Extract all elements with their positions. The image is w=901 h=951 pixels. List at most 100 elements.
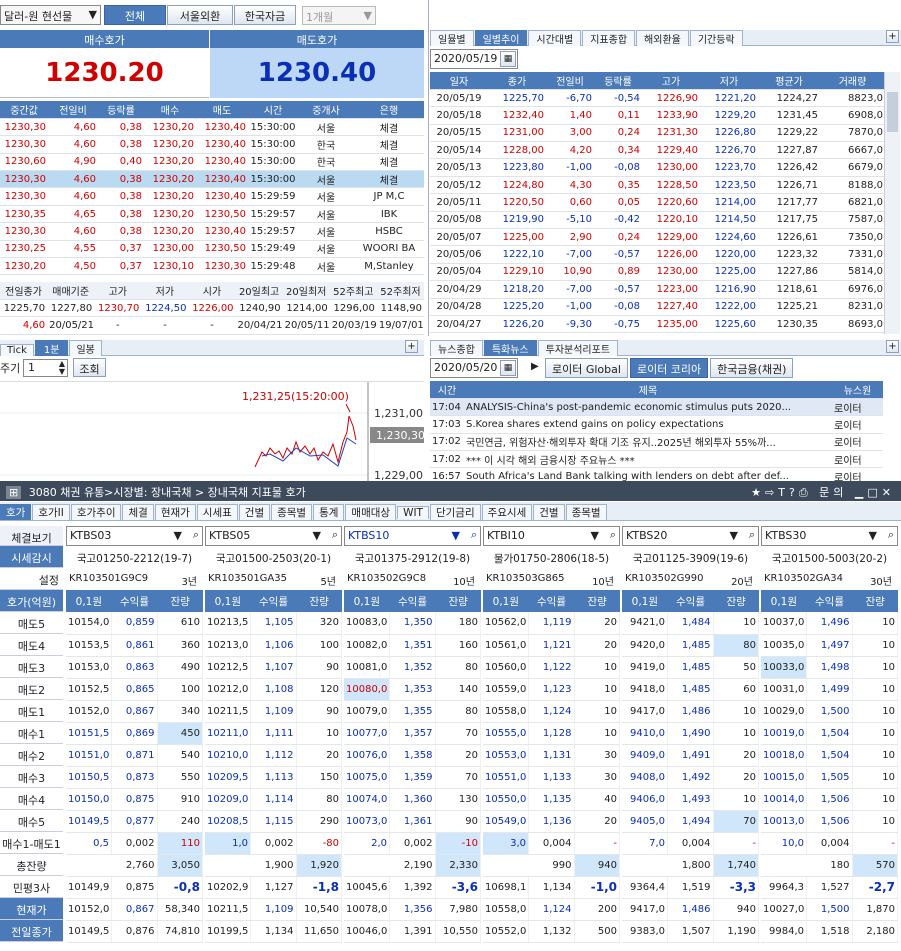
main-tab-11[interactable]: 단기금리 [429,504,481,520]
orderbook-row[interactable]: 10211,5 1,109 10,540 [205,898,342,921]
orderbook-row[interactable]: 10019,0 1,504 10 [761,722,898,745]
table-row[interactable]: 1230,30 4,60 0,38 1230,20 1230,40 15:30:00 서울 체… [0,118,424,137]
orderbook-row[interactable]: 10149,5 0,877 240 [66,810,203,833]
news-row[interactable]: 17:02 *** 이 시각 해외 금융시장 주요뉴스 *** 로이터 [430,450,883,469]
tick-col-header[interactable]: 전일비 [48,101,98,119]
currency-select[interactable]: 달러-원 현선물 ▼ [0,5,101,25]
orderbook-row[interactable]: 10154,0 0,859 610 [66,612,203,635]
orderbook-row[interactable]: 10082,0 1,351 160 [344,634,481,657]
orderbook-row[interactable]: 10550,0 1,135 40 [483,788,620,811]
orderbook-row[interactable]: 10558,0 1,124 200 [483,898,620,921]
maximize-icon[interactable]: □ [867,486,881,499]
orderbook-row[interactable]: 10076,0 1,358 20 [344,744,481,767]
orderbook-row[interactable]: 10077,0 1,357 70 [344,722,481,745]
orderbook-row[interactable]: 9418,0 1,485 60 [622,678,759,701]
tab-news-0[interactable]: 뉴스종합 [430,340,483,356]
main-tab-2[interactable]: 호가추이 [70,504,122,520]
lookup-button[interactable]: 조회 [73,358,106,377]
calendar-icon[interactable]: ▦ [500,51,516,67]
main-tab-8[interactable]: 통계 [313,504,345,520]
orderbook-row[interactable]: 10212,5 1,107 90 [205,656,342,679]
calendar-icon[interactable]: ▦ [500,360,516,376]
orderbook-row[interactable]: 10033,0 1,498 10 [761,656,898,679]
row-label[interactable]: 설정 [0,568,63,590]
korea-fund-button[interactable]: 한국자금 [234,5,296,25]
main-tab-6[interactable]: 건별 [238,504,271,520]
orderbook-row[interactable]: 10213,5 1,105 320 [205,612,342,635]
orderbook-row[interactable]: 10078,0 1,356 7,980 [344,898,481,921]
main-tab-13[interactable]: 건별 [533,504,565,520]
news-source-0[interactable]: 로이터 Global [545,358,628,378]
orderbook-row[interactable]: 10208,5 1,115 290 [205,810,342,833]
orderbook-row[interactable]: 10202,9 1,127 -1,8 [205,876,342,899]
tab-tick[interactable]: Tick [0,344,34,356]
orderbook-row[interactable]: 10211,0 1,111 10 [205,722,342,745]
tick-col-header[interactable]: 시간 [248,101,298,119]
all-button[interactable]: 전체 [104,5,166,25]
orderbook-row[interactable]: 10211,5 1,109 90 [205,700,342,723]
orderbook-row[interactable]: 10149,9 0,875 -0,8 [66,876,203,899]
tab-daily[interactable]: 일봉 [69,340,102,356]
tab-daily-4[interactable]: 해외환율 [636,30,689,46]
tab-news-2[interactable]: 투자분석리포트 [537,340,619,356]
search-icon[interactable]: ⌕ [332,528,338,542]
tab-1min[interactable]: 1분 [34,340,69,356]
table-row[interactable]: 20/05/04 1229,10 10,90 0,89 1230,00 1225,00 12… [430,263,885,282]
scroll-thumb[interactable] [887,92,898,132]
daily-col-header[interactable]: 평균가 [758,72,820,90]
orderbook-row[interactable]: 10029,0 1,500 10 [761,700,898,723]
tick-col-header[interactable]: 매도 [196,101,248,119]
seoul-fx-button[interactable]: 서울외환 [167,5,233,25]
orderbook-row[interactable]: 10149,5 0,876 74,810 [66,920,203,943]
table-row[interactable]: 20/05/12 1224,80 4,30 0,35 1228,50 1223,50 122… [430,176,885,195]
orderbook-row[interactable]: 10074,0 1,360 130 [344,788,481,811]
orderbook-row[interactable]: 10209,5 1,113 150 [205,766,342,789]
orderbook-row[interactable]: 10079,0 1,355 80 [344,700,481,723]
orderbook-row[interactable]: 10015,0 1,505 10 [761,766,898,789]
orderbook-row[interactable]: 9984,0 1,518 2,180 [761,920,898,943]
orderbook-row[interactable]: 10073,0 1,361 90 [344,810,481,833]
print-icon[interactable]: ⎙ [799,486,812,499]
search-icon[interactable]: ⌕ [471,528,477,542]
tick-col-header[interactable]: 등락률 [98,101,144,119]
orderbook-row[interactable]: 10152,0 0,867 340 [66,700,203,723]
orderbook-row[interactable]: 10698,1 1,134 -1,0 [483,876,620,899]
text-icon[interactable]: T [778,486,789,499]
orderbook-row[interactable]: 10031,0 1,499 10 [761,678,898,701]
minimize-icon[interactable]: ▁ [855,486,867,499]
orderbook-row[interactable]: 10,0 0,004- [761,832,898,855]
table-row[interactable]: 20/05/15 1231,00 3,00 0,24 1231,30 1226,80 122… [430,124,885,143]
table-row[interactable]: 20/05/19 1225,70 -6,70 -0,54 1226,90 1221,20 1… [430,89,885,108]
orderbook-row[interactable]: 9408,0 1,492 20 [622,766,759,789]
link-icon[interactable]: ⇨ [765,486,778,499]
news-row[interactable]: 17:02 국민연금, 위험자산·해외투자 확대 기조 유지..2025년 해외투… [430,433,883,452]
orderbook-row[interactable]: 9417,0 1,486 10 [622,700,759,723]
news-row[interactable]: 17:03 S.Korea shares extend gains on poli… [430,415,883,434]
table-row[interactable]: 20/05/07 1225,00 2,90 0,24 1229,00 1224,60 122… [430,228,885,247]
bond-code-select[interactable]: KTBI10 ▼ ⌕ [483,526,620,546]
orderbook-row[interactable]: 10150,5 0,873 550 [66,766,203,789]
search-icon[interactable]: ⌕ [610,528,616,542]
tab-daily-2[interactable]: 시간대별 [528,30,582,46]
row-label[interactable]: 체결보기 [0,526,63,546]
orderbook-row[interactable]: 10199,5 1,134 11,650 [205,920,342,943]
orderbook-row[interactable]: 1,0 0,002 -80 [205,832,342,855]
daily-col-header[interactable]: 저가 [700,72,758,90]
main-tab-7[interactable]: 종목별 [271,504,313,520]
news-row[interactable]: 17:04 ANALYSIS-China's post-pandemic econ… [430,398,883,417]
orderbook-row[interactable]: 10560,0 1,122 10 [483,656,620,679]
star-icon[interactable]: ★ [751,486,765,499]
orderbook-row[interactable]: 10080,0 1,353 140 [344,678,481,701]
orderbook-row[interactable]: 9409,0 1,491 20 [622,744,759,767]
orderbook-row[interactable]: 10551,0 1,133 30 [483,766,620,789]
main-tab-3[interactable]: 체결 [122,504,154,520]
orderbook-row[interactable]: 9420,0 1,485 80 [622,634,759,657]
table-row[interactable]: 20/04/28 1225,20 -1,00 -0,08 1227,40 1222,00 1… [430,298,885,316]
orderbook-row[interactable]: 10555,0 1,128 10 [483,722,620,745]
main-tab-9[interactable]: 매매대상 [345,504,397,520]
daily-col-header[interactable]: 종가 [488,72,546,90]
tick-col-header[interactable]: 매수 [144,101,196,119]
orderbook-row[interactable]: 10150,0 0,875 910 [66,788,203,811]
tick-col-header[interactable]: 중간값 [0,101,48,119]
orderbook-row[interactable]: 3,0 0,004- [483,832,620,855]
